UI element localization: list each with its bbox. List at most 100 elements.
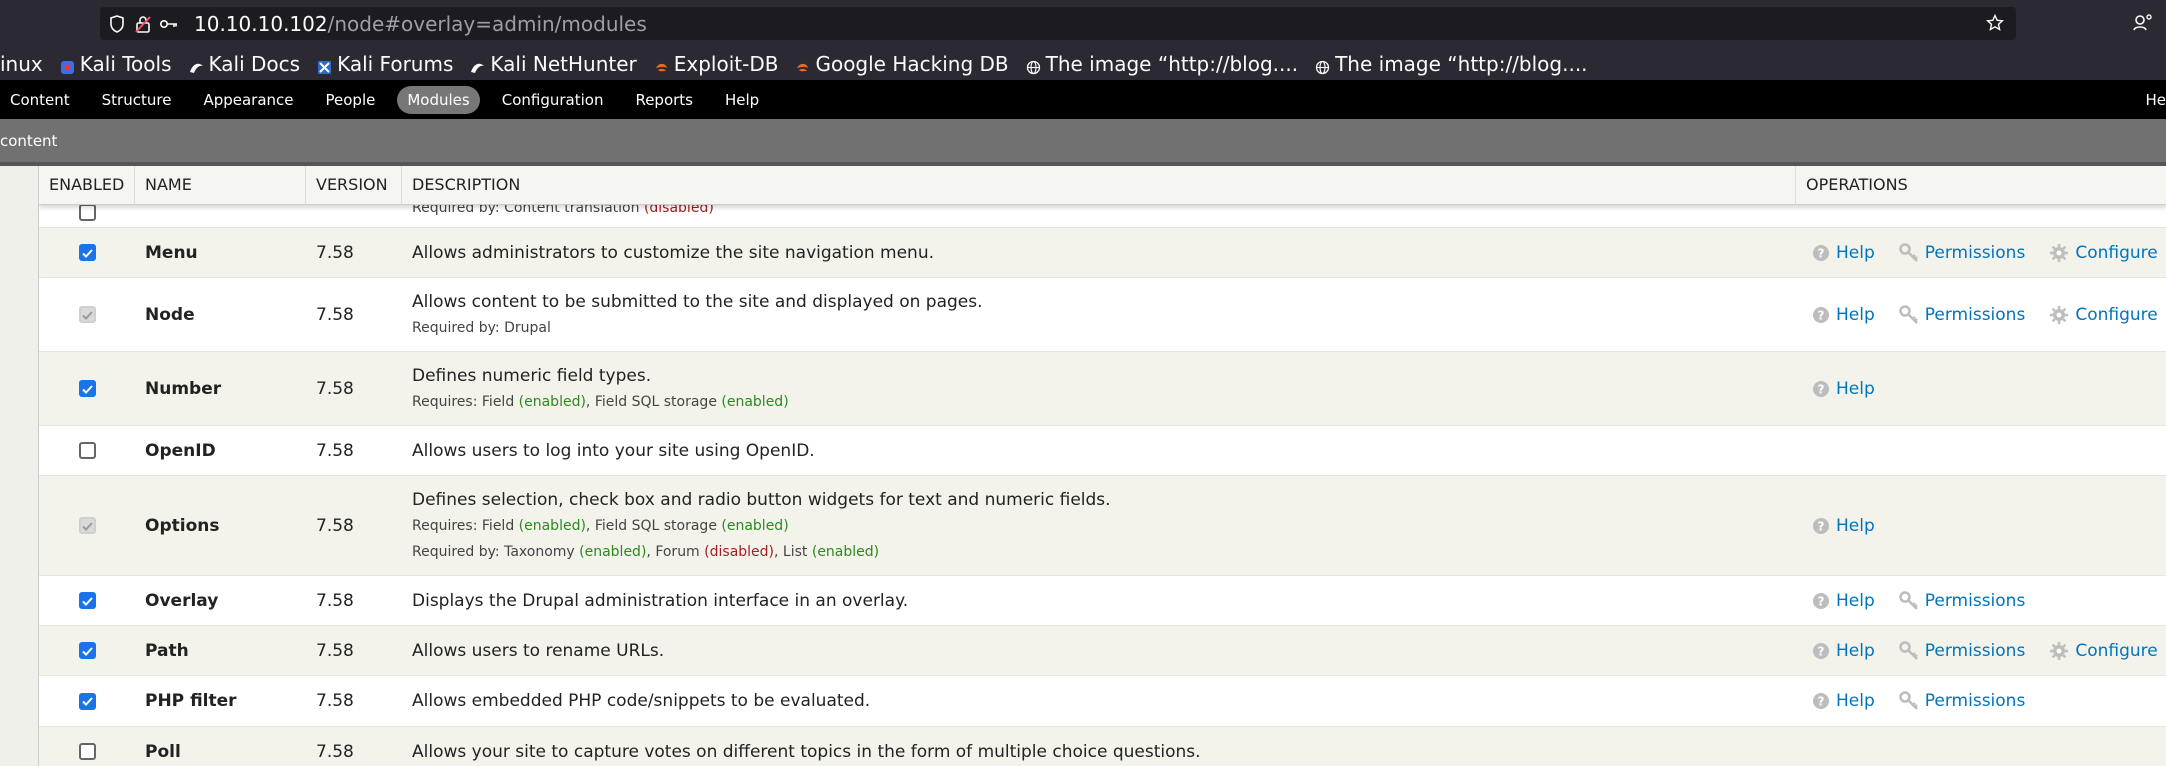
help-label: Help	[1836, 242, 1875, 263]
permissions-link[interactable]: Permissions	[1899, 691, 2025, 711]
module-description: Allows content to be submitted to the si…	[402, 289, 1796, 341]
extensions-icon[interactable]	[2132, 11, 2154, 37]
toolbar-hello-link[interactable]: He	[2145, 91, 2166, 109]
status-enabled: (enabled)	[811, 543, 880, 560]
permissions-link[interactable]: Permissions	[1899, 590, 2026, 611]
requires-label: Requires:	[412, 393, 482, 410]
module-description: Allows administrators to customize the s…	[402, 240, 1796, 266]
configure-link[interactable]: Configure	[2049, 640, 2158, 661]
address-bar[interactable]: 10.10.10.102/node#overlay=admin/modules	[100, 7, 2016, 40]
bookmark-item[interactable]: The image “http://blog....	[1315, 52, 1588, 76]
permissions-link[interactable]: Permissions	[1899, 304, 2025, 325]
help-link[interactable]: ? Help	[1812, 591, 1875, 611]
module-checkbox[interactable]	[78, 592, 96, 609]
enabled-cell	[39, 204, 135, 221]
bookmark-item[interactable]: The image “http://blog....	[1026, 52, 1298, 76]
header-enabled[interactable]: ENABLED	[39, 166, 135, 205]
help-label: Help	[1836, 304, 1875, 325]
table-row: Menu 7.58 Allows administrators to customi…	[39, 228, 2166, 278]
module-checkbox[interactable]	[78, 692, 96, 710]
header-description[interactable]: DESCRIPTION	[402, 166, 1796, 205]
bookmark-star-icon[interactable]	[1985, 13, 2005, 37]
required-by-text: Required by: Taxonomy (enabled), Forum (…	[412, 539, 1796, 565]
checkmark-icon	[81, 516, 93, 536]
module-checkbox[interactable]	[78, 442, 96, 459]
globe-icon	[1026, 56, 1041, 75]
table-row: Path 7.58 Allows users to rename URLs.? Hel…	[39, 626, 2166, 676]
toolbar-structure[interactable]: Structure	[92, 86, 182, 114]
status-enabled: (enabled)	[518, 517, 586, 534]
description-text: Defines selection, check box and radio b…	[412, 489, 1111, 510]
key-icon[interactable]	[160, 15, 178, 33]
help-icon: ?	[1812, 517, 1830, 535]
module-version: 7.58	[316, 691, 354, 711]
module-name: Overlay	[145, 590, 219, 611]
toolbar-reports[interactable]: Reports	[625, 86, 703, 114]
insecure-lock-icon[interactable]	[134, 15, 152, 33]
key-icon	[1899, 304, 1919, 325]
dep-name: Field SQL storage	[594, 517, 722, 534]
dep-separator: ,	[585, 517, 595, 534]
toolbar-configuration[interactable]: Configuration	[492, 86, 614, 114]
description-text: Allows users to rename URLs.	[412, 640, 665, 661]
dep-name: Field	[481, 393, 519, 410]
permissions-link[interactable]: Permissions	[1899, 243, 2025, 263]
help-link[interactable]: ? Help	[1812, 516, 1875, 536]
table-row: Poll 7.58 Allows your site to capture vote…	[39, 727, 2166, 766]
permissions-label: Permissions	[1924, 590, 2026, 611]
browser-toolbar: 10.10.10.102/node#overlay=admin/modules	[0, 0, 2166, 47]
shortcut-add-content[interactable]: content	[0, 132, 57, 150]
header-version[interactable]: VERSION	[306, 166, 402, 205]
header-operations[interactable]: OPERATIONS	[1796, 166, 2166, 205]
toolbar-help[interactable]: Help	[715, 86, 769, 114]
help-icon: ?	[1812, 642, 1830, 660]
help-link[interactable]: ? Help	[1812, 305, 1875, 325]
bookmark-item[interactable]: Kali Forums	[317, 52, 453, 76]
bookmark-item[interactable]: Kali Docs	[189, 52, 300, 76]
bookmark-item[interactable]: Google Hacking DB	[795, 52, 1009, 76]
table-row: OpenID 7.58 Allows users to log into your …	[39, 426, 2166, 476]
description-text: Allows embedded PHP code/snippets to be …	[412, 691, 871, 711]
help-link[interactable]: ? Help	[1812, 641, 1875, 661]
configure-label: Configure	[2075, 304, 2158, 325]
bookmarks-bar: inux Kali Tools Kali Docs Kali Forums Kali N…	[0, 47, 2166, 80]
permissions-link[interactable]: Permissions	[1899, 641, 2025, 661]
toolbar-modules[interactable]: Modules	[397, 85, 480, 114]
toolbar-content[interactable]: Content	[0, 86, 80, 114]
dep-name: Forum	[655, 543, 705, 560]
module-checkbox[interactable]	[78, 380, 96, 397]
module-version: 7.58	[316, 440, 354, 461]
toolbar-appearance[interactable]: Appearance	[193, 86, 303, 114]
requires-label: Requires:	[412, 517, 482, 534]
table-row: Options 7.58 Defines selection, check box …	[39, 476, 2166, 576]
module-checkbox[interactable]	[78, 204, 96, 221]
dep-separator: ,	[774, 543, 783, 560]
module-description: Allows users to log into your site using…	[402, 438, 1796, 464]
help-link[interactable]: ? Help	[1812, 691, 1875, 711]
configure-label: Configure	[2075, 640, 2158, 661]
module-checkbox[interactable]	[78, 244, 96, 261]
configure-link[interactable]: Configure	[2049, 304, 2158, 325]
shortcuts-bar: content	[0, 119, 2166, 166]
bookmark-item[interactable]: Exploit-DB	[654, 52, 778, 76]
operations-cell: ? Help Permissions Configure	[1796, 641, 2166, 661]
configure-link[interactable]: Configure	[2049, 243, 2158, 263]
table-row: Node 7.58 Allows content to be submitted t…	[39, 278, 2166, 352]
help-link[interactable]: ? Help	[1812, 243, 1875, 263]
module-checkbox[interactable]	[78, 743, 96, 760]
description-text: Defines numeric field types.	[412, 365, 652, 386]
module-version: 7.58	[316, 304, 354, 325]
module-checkbox[interactable]	[78, 641, 96, 661]
toolbar-people[interactable]: People	[316, 86, 386, 114]
bookmark-item[interactable]: Kali Tools	[60, 52, 172, 76]
bookmark-item[interactable]: Kali NetHunter	[470, 52, 637, 76]
checkmark-icon	[81, 641, 93, 661]
module-name: OpenID	[145, 440, 216, 461]
bookmark-label: The image “http://blog....	[1045, 51, 1299, 76]
module-description: Allows embedded PHP code/snippets to be …	[402, 688, 1796, 714]
header-name[interactable]: NAME	[135, 166, 306, 205]
svg-text:?: ?	[1818, 308, 1825, 322]
help-link[interactable]: ? Help	[1812, 379, 1875, 399]
shield-icon[interactable]	[108, 14, 126, 33]
bookmark-item[interactable]: inux	[0, 52, 43, 76]
